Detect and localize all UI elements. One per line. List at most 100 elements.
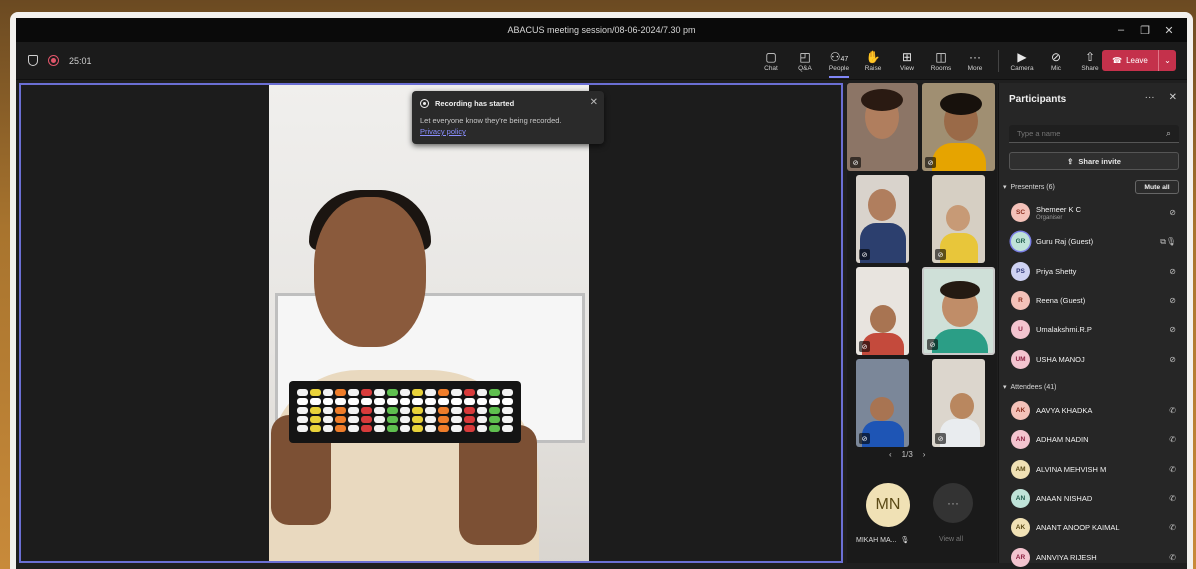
participant-name: Umalakshmi.R.P — [1036, 325, 1092, 335]
video-tile[interactable]: ⊘ — [922, 83, 995, 171]
mic-icon: 🎙 — [900, 537, 910, 544]
view-button[interactable]: ⊞ View — [890, 42, 924, 80]
abacus-rod — [361, 387, 372, 437]
chevron-left-icon[interactable]: ‹ — [889, 450, 892, 459]
gallery-pager: ‹ 1/3 › — [889, 450, 925, 459]
mic-off-icon[interactable]: ⊘ — [1169, 267, 1176, 276]
toast-body: Let everyone know they're being recorded… — [420, 116, 562, 125]
mic-off-icon: ⊘ — [859, 341, 870, 352]
abacus-rod — [309, 387, 321, 437]
meeting-timer: 25:01 — [69, 55, 92, 66]
mic-icon[interactable]: 🎙 — [1166, 237, 1176, 246]
participant-name: ADHAM NADIN — [1036, 435, 1089, 445]
camera-icon: ▶ — [1017, 50, 1027, 64]
mic-off-icon: ⊘ — [850, 157, 861, 168]
title-bar: ABACUS meeting session/08-06-2024/7.30 p… — [16, 18, 1187, 42]
people-button[interactable]: ⚇47 People — [822, 42, 856, 80]
leave-button[interactable]: ☎ Leave ⌄ — [1102, 50, 1176, 71]
more-button[interactable]: ··· More — [958, 42, 992, 80]
participant-row[interactable]: AR ANNVIYA RIJESH ✆ — [999, 542, 1187, 569]
participant-row[interactable]: AK AAVYA KHADKA ✆ — [999, 396, 1187, 425]
camera-button[interactable]: ▶ Camera — [1005, 42, 1039, 80]
mic-disabled-icon[interactable]: ✆ — [1169, 553, 1176, 562]
participants-panel: Participants ··· ✕ ⌕ ⇪ Share invite ▾ Pr… — [998, 83, 1187, 567]
mic-off-icon[interactable]: ⊘ — [1169, 355, 1176, 364]
participant-row[interactable]: UM USHA MANOJ ⊘ — [999, 344, 1187, 373]
presenters-section-header[interactable]: ▾ Presenters (6) — [1003, 183, 1055, 192]
share-invite-button[interactable]: ⇪ Share invite — [1009, 152, 1179, 170]
participant-name: ANAAN NISHAD — [1036, 494, 1093, 504]
participant-row[interactable]: AK ANANT ANOOP KAIMAL ✆ — [999, 513, 1187, 542]
abacus-rod — [297, 387, 308, 437]
avatar: PS — [1011, 261, 1030, 281]
mic-off-icon: ⊘ — [859, 433, 870, 444]
participant-row[interactable]: AN ANAAN NISHAD ✆ — [999, 484, 1187, 513]
video-tile[interactable]: ⊘ — [922, 267, 995, 355]
search-field[interactable]: ⌕ — [1009, 125, 1179, 143]
search-input[interactable] — [1017, 129, 1166, 138]
minimize-button[interactable]: – — [1109, 18, 1133, 42]
abacus-rod — [438, 387, 449, 437]
presenter-video — [269, 85, 589, 561]
recording-toast: Recording has started Let everyone know … — [412, 91, 604, 144]
chevron-down-icon: ▾ — [1003, 384, 1007, 391]
rooms-button[interactable]: ◫ Rooms — [924, 42, 958, 80]
participant-row[interactable]: AN ADHAM NADIN ✆ — [999, 425, 1187, 454]
mic-off-icon[interactable]: ⊘ — [1169, 325, 1176, 334]
mic-button[interactable]: ⊘ Mic — [1039, 42, 1073, 80]
more-participants-icon[interactable]: ··· — [933, 483, 973, 523]
people-icon: ⚇47 — [829, 50, 849, 64]
mic-disabled-icon[interactable]: ✆ — [1169, 406, 1176, 415]
avatar: AR — [1011, 547, 1030, 567]
mic-disabled-icon[interactable]: ✆ — [1169, 494, 1176, 503]
participant-name: AAVYA KHADKA — [1036, 406, 1093, 416]
close-window-button[interactable]: ✕ — [1157, 18, 1181, 42]
avatar: AK — [1011, 401, 1030, 421]
mic-disabled-icon[interactable]: ✆ — [1169, 465, 1176, 474]
participant-row[interactable]: PS Priya Shetty ⊘ — [999, 257, 1187, 286]
restore-button[interactable]: ❐ — [1133, 18, 1157, 42]
close-icon[interactable]: ✕ — [1169, 92, 1177, 103]
chevron-right-icon[interactable]: › — [923, 450, 926, 459]
avatar: SC — [1011, 203, 1030, 223]
video-tile[interactable]: ⊘ — [856, 267, 909, 355]
video-tile[interactable]: ⊘ — [856, 359, 909, 447]
chat-button[interactable]: ▢ Chat — [754, 42, 788, 80]
participant-row[interactable]: R Reena (Guest) ⊘ — [999, 286, 1187, 315]
avatar[interactable]: MN — [866, 483, 910, 527]
share-icon: ⇧ — [1084, 50, 1096, 64]
toast-close-icon[interactable]: ✕ — [590, 97, 598, 108]
mic-off-icon: ⊘ — [925, 157, 936, 168]
meeting-toolbar: 25:01 ▢ Chat ◰ Q&A ⚇47 People ✋ Raise ⊞ … — [16, 42, 1187, 80]
panel-title: Participants — [1009, 94, 1067, 105]
avatar: AN — [1011, 489, 1030, 509]
privacy-policy-link[interactable]: Privacy policy — [420, 127, 596, 136]
video-tile[interactable]: ⊘ — [847, 83, 918, 171]
more-options-icon[interactable]: ··· — [1145, 92, 1155, 103]
video-tile[interactable]: ⊘ — [856, 175, 909, 263]
participant-row[interactable]: U Umalakshmi.R.P ⊘ — [999, 315, 1187, 344]
presenters-list: SC Shemeer K C Organiser ⊘ GR Guru Raj (Guest… — [999, 198, 1187, 374]
participant-row[interactable]: GR Guru Raj (Guest) ⧉ 🎙 — [999, 227, 1187, 256]
participant-row[interactable]: SC Shemeer K C Organiser ⊘ — [999, 198, 1187, 227]
video-tile[interactable]: ⊘ — [932, 175, 985, 263]
qa-icon: ◰ — [799, 50, 811, 64]
leave-options-chevron-icon[interactable]: ⌄ — [1158, 50, 1176, 71]
mic-off-icon[interactable]: ⊘ — [1169, 296, 1176, 305]
mic-disabled-icon[interactable]: ✆ — [1169, 523, 1176, 532]
screenshot-frame: ABACUS meeting session/08-06-2024/7.30 p… — [10, 12, 1193, 569]
participant-row[interactable]: AM ALVINA MEHVISH M ✆ — [999, 455, 1187, 484]
toolbar-divider — [998, 50, 999, 72]
avatar: AN — [1011, 430, 1030, 450]
qa-button[interactable]: ◰ Q&A — [788, 42, 822, 80]
abacus-rod — [322, 387, 334, 437]
video-tile[interactable]: ⊘ — [932, 359, 985, 447]
phone-hangup-icon: ☎ — [1112, 56, 1123, 65]
mic-disabled-icon[interactable]: ✆ — [1169, 435, 1176, 444]
mute-all-button[interactable]: Mute all — [1135, 180, 1179, 194]
mic-off-icon[interactable]: ⊘ — [1169, 208, 1176, 217]
view-all-link[interactable]: View all — [939, 536, 963, 543]
attendees-section-header[interactable]: ▾ Attendees (41) — [1003, 383, 1056, 392]
mic-off-icon: ⊘ — [927, 339, 938, 350]
raise-hand-button[interactable]: ✋ Raise — [856, 42, 890, 80]
